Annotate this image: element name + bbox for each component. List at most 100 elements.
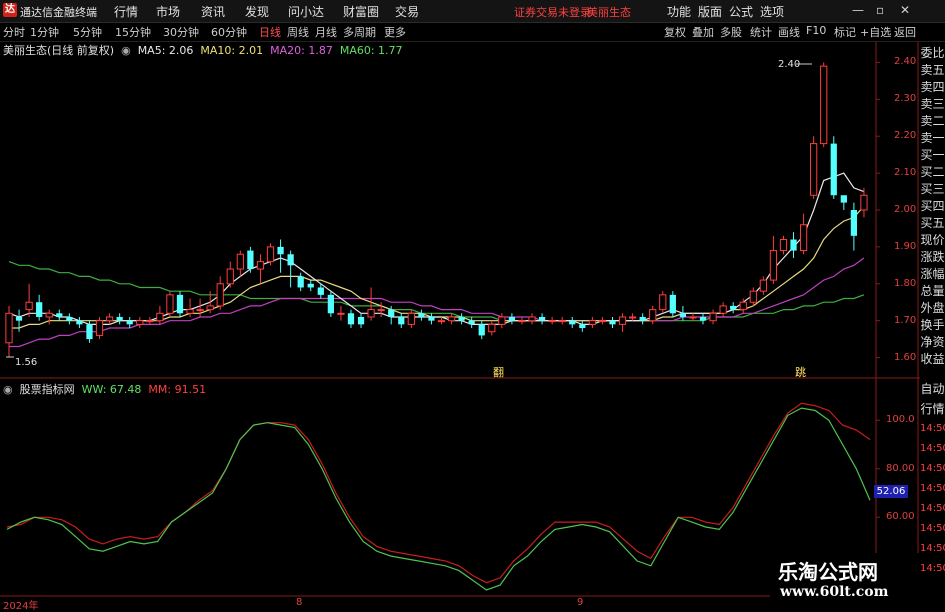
candle-body-up	[659, 294, 667, 311]
candle-body-up	[488, 323, 496, 333]
candle-body-down	[327, 294, 334, 314]
candle-body-up	[628, 316, 637, 319]
candle-body-up	[518, 320, 526, 323]
candle-body-up	[367, 309, 375, 318]
candle-body-down	[679, 313, 687, 317]
candle-body-down	[307, 283, 314, 288]
sub-chart-legend: ◉ 股票指标网 WW: 67.48 MM: 91.51	[3, 381, 206, 397]
y-tick-label: 1.90	[894, 240, 917, 252]
y-tick-label: 2.20	[894, 130, 917, 142]
candle-body-up	[186, 309, 194, 314]
candle-body-up	[236, 253, 244, 270]
candle-body-down	[790, 239, 797, 251]
y-tick-label: 2.40	[894, 56, 917, 68]
time-label: 14:50	[920, 523, 945, 534]
candle-body-up	[769, 250, 778, 281]
candle-body-up	[618, 316, 627, 325]
candle-body-down	[86, 324, 93, 340]
quote-field-label: 卖三	[920, 97, 945, 111]
mm-label: MM: 91.51	[148, 383, 207, 396]
watermark-url: www.60lt.com	[780, 584, 889, 600]
candle-body-down	[508, 316, 516, 321]
candle-body-down	[840, 195, 847, 203]
candle-body-up	[196, 309, 204, 312]
candle-body-up	[598, 320, 607, 323]
quote-field-label: 卖五	[920, 63, 945, 77]
candle-body-down	[830, 143, 837, 196]
candle-body-up	[377, 309, 385, 312]
quote-field-label: 买五	[920, 216, 945, 230]
auto-quote-label[interactable]: 自动	[920, 382, 945, 396]
candle-body-down	[76, 320, 83, 325]
quote-field-label: 卖一	[920, 131, 945, 145]
auto-quote-label[interactable]: 行情	[920, 402, 945, 416]
marker-fan: 翻	[493, 366, 504, 379]
quote-field-label: 涨跌	[920, 250, 945, 264]
quote-field-label: 现价	[920, 233, 945, 247]
ma20-line	[9, 257, 865, 348]
time-label: 14:50	[920, 503, 945, 514]
quote-field-label: 涨幅	[920, 267, 945, 281]
candle-body-down	[639, 316, 646, 321]
candle-body-up	[146, 320, 154, 323]
candle-body-down	[579, 324, 586, 329]
ma60-line	[8, 261, 865, 322]
candle-body-up	[5, 312, 13, 344]
quote-field-label: 买四	[920, 199, 945, 213]
quote-field-label: 总量	[920, 284, 945, 298]
candle-body-down	[428, 316, 435, 321]
y-tick-label: 1.70	[894, 314, 917, 326]
candle-body-down	[317, 287, 324, 295]
candle-body-down	[398, 316, 405, 325]
y-tick-label: 1.80	[894, 277, 917, 289]
quote-field-label: 收益	[920, 352, 945, 366]
sub-y-tick-label: 100.0	[886, 414, 915, 426]
y-tick-label: 1.60	[894, 351, 917, 363]
chart-canvas[interactable]	[0, 0, 945, 609]
candle-body-down	[730, 305, 737, 310]
sub-settings-icon[interactable]: ◉	[3, 383, 16, 396]
candle-body-down	[15, 316, 23, 321]
candle-body-down	[116, 316, 123, 321]
candle-body-down	[669, 294, 676, 314]
candle-body-up	[136, 320, 144, 325]
candle-body-up	[226, 268, 234, 285]
candle-body-down	[458, 316, 465, 321]
sub-chart-title: 股票指标网	[19, 383, 75, 396]
time-label: 14:50	[920, 443, 945, 454]
candle-body-down	[850, 210, 858, 236]
ww-label: WW: 67.48	[81, 383, 142, 396]
low-price-label: 1.56	[15, 357, 38, 368]
candle-body-up	[498, 316, 506, 325]
x-label-year: 2024年	[3, 601, 39, 612]
time-label: 14:50	[920, 463, 945, 474]
candle-body-up	[95, 320, 104, 336]
watermark-title: 乐淘公式网	[778, 560, 878, 584]
candle-body-down	[418, 313, 425, 317]
candle-body-up	[739, 301, 747, 311]
candle-body-up	[588, 320, 596, 325]
candle-body-up	[860, 194, 868, 211]
sub-y-tick-label: 60.00	[886, 511, 915, 523]
candle-body-down	[478, 324, 485, 336]
candle-body-up	[447, 316, 456, 322]
quote-field-label: 换手	[920, 318, 945, 332]
quote-field-label: 买一	[920, 148, 945, 162]
time-label: 14:50	[920, 563, 945, 574]
candle-body-down	[176, 294, 184, 314]
candle-body-up	[689, 316, 697, 319]
candle-body-down	[538, 316, 546, 321]
candle-body-down	[66, 316, 73, 321]
candle-body-up	[759, 279, 767, 292]
candle-body-up	[166, 294, 174, 314]
quote-field-label: 卖二	[920, 114, 945, 128]
candle-body-down	[388, 309, 395, 317]
candle-body-up	[337, 312, 345, 315]
candle-body-up	[216, 283, 224, 307]
current-value-badge: 52.06	[874, 485, 908, 498]
candle-body-down	[297, 276, 304, 288]
candle-body-up	[45, 312, 53, 318]
quote-field-label: 买三	[920, 182, 945, 196]
candle-body-down	[468, 320, 475, 325]
y-tick-label: 2.30	[894, 93, 917, 105]
